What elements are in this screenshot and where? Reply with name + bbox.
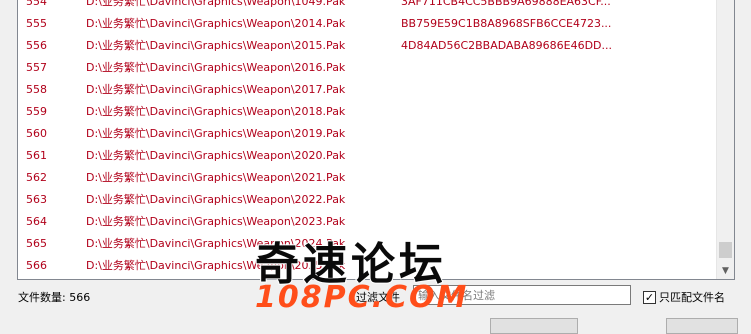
- row-hash: 3AF711CB4CC5BBB9A69888EA63CF...: [401, 0, 611, 8]
- table-row[interactable]: 561 D:\业务繁忙\Davinci\Graphics\Weapon\2020.…: [18, 145, 717, 167]
- bottom-button-right[interactable]: [666, 318, 738, 334]
- row-path: D:\业务繁忙\Davinci\Graphics\Weapon\2015.Pak: [86, 39, 346, 52]
- row-number: 566: [26, 259, 47, 272]
- file-count-label: 文件数量: 566: [18, 291, 91, 304]
- row-number: 561: [26, 149, 47, 162]
- row-path: D:\业务繁忙\Davinci\Graphics\Weapon\2021.Pak: [86, 171, 346, 184]
- table-row[interactable]: 565 D:\业务繁忙\Davinci\Graphics\Weapon\2024.…: [18, 233, 717, 255]
- row-path: D:\业务繁忙\Davinci\Graphics\Weapon\2023.Pak: [86, 215, 346, 228]
- row-number: 560: [26, 127, 47, 140]
- row-number: 556: [26, 39, 47, 52]
- file-list[interactable]: 554 D:\业务繁忙\Davinci\Graphics\Weapon\1049.…: [17, 0, 735, 280]
- row-path: D:\业务繁忙\Davinci\Graphics\Weapon\2020.Pak: [86, 149, 346, 162]
- table-row[interactable]: 556 D:\业务繁忙\Davinci\Graphics\Weapon\2015.…: [18, 35, 717, 57]
- row-path: D:\业务繁忙\Davinci\Graphics\Weapon\2018.Pak: [86, 105, 346, 118]
- row-number: 555: [26, 17, 47, 30]
- row-number: 559: [26, 105, 47, 118]
- table-row[interactable]: 560 D:\业务繁忙\Davinci\Graphics\Weapon\2019.…: [18, 123, 717, 145]
- match-filename-label: 只匹配文件名: [659, 291, 725, 304]
- row-number: 558: [26, 83, 47, 96]
- file-list-rows: 554 D:\业务繁忙\Davinci\Graphics\Weapon\1049.…: [18, 0, 717, 277]
- row-path: D:\业务繁忙\Davinci\Graphics\Weapon\2014.Pak: [86, 17, 346, 30]
- table-row[interactable]: 566 D:\业务繁忙\Davinci\Graphics\Weapon\2025.…: [18, 255, 717, 277]
- row-path: D:\业务繁忙\Davinci\Graphics\Weapon\2025.Pak: [86, 259, 346, 272]
- row-path: D:\业务繁忙\Davinci\Graphics\Weapon\2017.Pak: [86, 83, 346, 96]
- table-row[interactable]: 558 D:\业务繁忙\Davinci\Graphics\Weapon\2017.…: [18, 79, 717, 101]
- row-number: 562: [26, 171, 47, 184]
- bottom-button-left[interactable]: [490, 318, 578, 334]
- table-row[interactable]: 563 D:\业务繁忙\Davinci\Graphics\Weapon\2022.…: [18, 189, 717, 211]
- row-path: D:\业务繁忙\Davinci\Graphics\Weapon\2024.Pak: [86, 237, 346, 250]
- row-number: 564: [26, 215, 47, 228]
- table-row[interactable]: 557 D:\业务繁忙\Davinci\Graphics\Weapon\2016.…: [18, 57, 717, 79]
- table-row[interactable]: 559 D:\业务繁忙\Davinci\Graphics\Weapon\2018.…: [18, 101, 717, 123]
- row-hash: 4D84AD56C2BBADABA89686E46DD...: [401, 39, 612, 52]
- filter-input[interactable]: [413, 285, 631, 305]
- table-row[interactable]: 555 D:\业务繁忙\Davinci\Graphics\Weapon\2014.…: [18, 13, 717, 35]
- row-path: D:\业务繁忙\Davinci\Graphics\Weapon\2022.Pak: [86, 193, 346, 206]
- row-path: D:\业务繁忙\Davinci\Graphics\Weapon\2019.Pak: [86, 127, 346, 140]
- row-hash: BB759E59C1B8A8968SFB6CCE4723...: [401, 17, 612, 30]
- row-number: 554: [26, 0, 47, 8]
- match-filename-checkbox[interactable]: ✓ 只匹配文件名: [643, 289, 725, 305]
- scrollbar-thumb[interactable]: [719, 242, 732, 258]
- table-row[interactable]: 562 D:\业务繁忙\Davinci\Graphics\Weapon\2021.…: [18, 167, 717, 189]
- row-number: 565: [26, 237, 47, 250]
- scroll-down-arrow-icon[interactable]: ▼: [717, 262, 734, 279]
- row-number: 563: [26, 193, 47, 206]
- vertical-scrollbar[interactable]: ▼: [716, 0, 734, 279]
- row-number: 557: [26, 61, 47, 74]
- filter-label: 过滤文件: [356, 291, 400, 304]
- table-row[interactable]: 554 D:\业务繁忙\Davinci\Graphics\Weapon\1049.…: [18, 0, 717, 13]
- checkbox-check-icon[interactable]: ✓: [643, 290, 656, 304]
- row-path: D:\业务繁忙\Davinci\Graphics\Weapon\2016.Pak: [86, 61, 346, 74]
- row-path: D:\业务繁忙\Davinci\Graphics\Weapon\1049.Pak: [86, 0, 346, 8]
- table-row[interactable]: 564 D:\业务繁忙\Davinci\Graphics\Weapon\2023.…: [18, 211, 717, 233]
